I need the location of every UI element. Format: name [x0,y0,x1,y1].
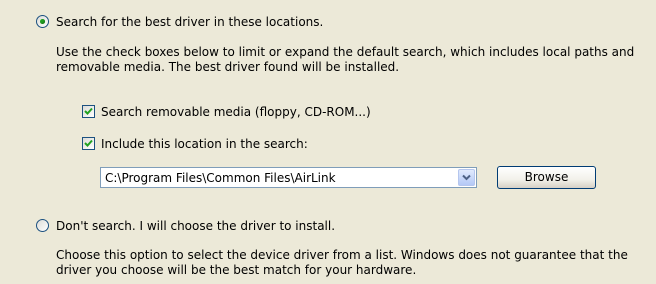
dont-search-label[interactable]: Don't search. I will choose the driver t… [56,219,335,233]
location-combobox[interactable]: C:\Program Files\Common Files\AirLink [100,167,477,188]
checkmark-icon [84,139,93,147]
location-combobox-value[interactable]: C:\Program Files\Common Files\AirLink [105,171,336,185]
checkmark-icon [84,107,93,115]
include-location-checkbox[interactable] [82,137,95,150]
include-location-label[interactable]: Include this location in the search: [101,137,308,151]
dont-search-radio[interactable] [36,219,49,232]
chevron-down-icon [462,174,471,181]
dont-search-description: Choose this option to select the device … [56,248,628,277]
search-locations-label[interactable]: Search for the best driver in these loca… [56,15,323,29]
search-locations-radio[interactable] [36,15,49,28]
radio-selected-dot [40,19,45,24]
removable-media-label[interactable]: Search removable media (floppy, CD-ROM..… [101,105,371,119]
removable-media-checkbox[interactable] [82,105,95,118]
search-locations-description: Use the check boxes below to limit or ex… [56,45,635,74]
combobox-dropdown-button[interactable] [458,169,475,186]
browse-button[interactable]: Browse [497,166,596,189]
